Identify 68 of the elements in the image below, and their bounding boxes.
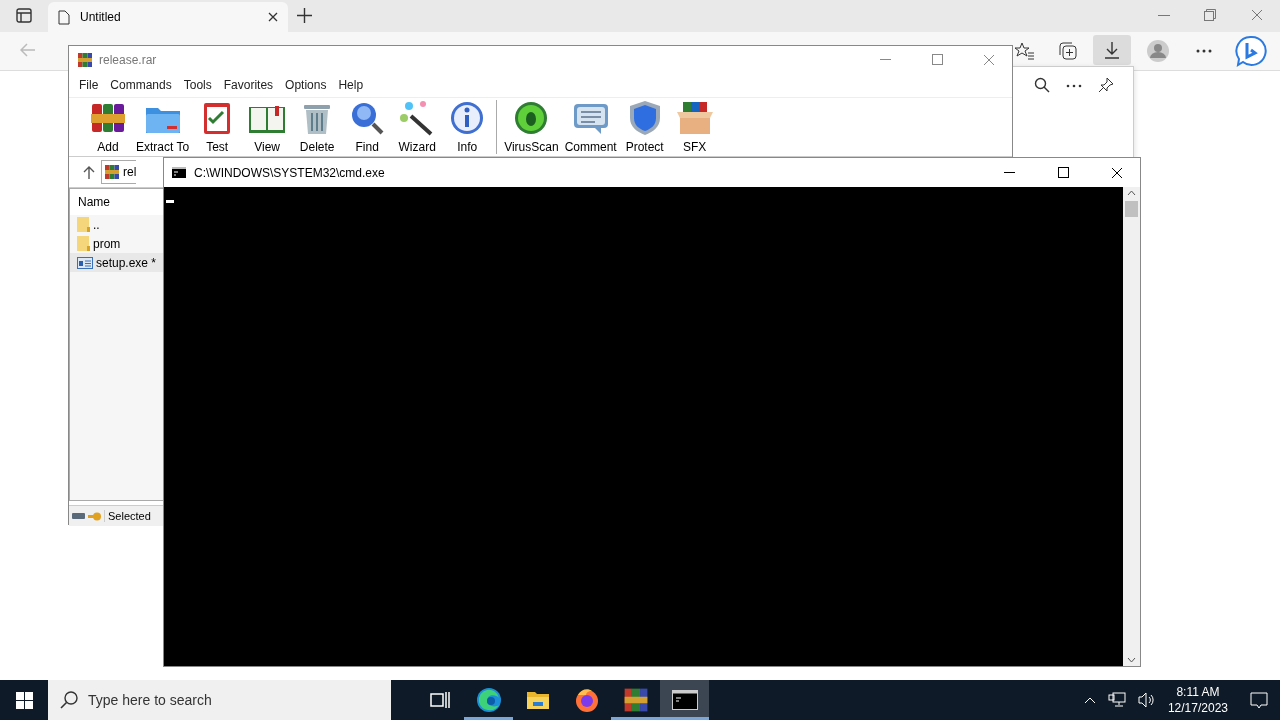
speaker-icon[interactable] [1137,692,1156,708]
menu-item[interactable]: Favorites [217,78,280,92]
toolbar-button[interactable]: Find [342,98,393,156]
toolbar-button[interactable]: Wizard [392,98,443,156]
terminal-icon[interactable] [671,690,698,710]
document-icon [58,9,70,25]
folder-icon [77,236,90,251]
toolbar-button[interactable]: Info [442,98,493,156]
search-icon [60,691,78,709]
download-button[interactable] [1093,35,1131,65]
download-icon [1104,41,1120,59]
toolbar-button[interactable]: View [242,98,293,156]
browser-tab[interactable]: Untitled [48,2,288,32]
key-icon [88,511,101,521]
file-row[interactable]: prom [70,234,163,253]
close-icon[interactable] [268,12,278,22]
toolbar-button[interactable]: Protect [619,98,670,156]
minimize-icon[interactable] [1003,171,1015,174]
toolbar-button[interactable]: SFX [669,98,720,156]
network-icon[interactable] [1107,692,1126,708]
address-field[interactable]: rel [101,160,137,184]
close-icon[interactable] [1111,166,1123,179]
toolbar-button[interactable]: Comment [561,98,620,156]
pin-icon[interactable] [1098,77,1114,93]
toolbar-button[interactable]: VirusScan [501,98,562,156]
file-row[interactable]: .. [70,215,163,234]
windows-logo-icon[interactable] [15,691,33,709]
more-icon[interactable] [1196,49,1212,53]
chevron-up-icon[interactable] [1083,696,1096,704]
maximize-icon[interactable] [1057,167,1069,178]
toolbar-button[interactable]: Add [83,98,133,156]
file-row[interactable]: setup.exe * [70,253,163,272]
search-field[interactable]: Type here to search [48,680,391,720]
star-list-icon[interactable] [1014,42,1034,60]
window-title: C:\WINDOWS\SYSTEM32\cmd.exe [194,165,386,180]
scrollbar[interactable] [1123,187,1140,666]
folder-icon [77,217,90,232]
toolbar-button[interactable]: Test [192,98,243,156]
terminal-icon [172,167,186,178]
up-arrow-icon[interactable] [83,165,95,179]
menu-item[interactable]: File [73,78,105,92]
task-view-icon[interactable] [429,691,450,709]
toolbar-button[interactable]: Extract To [133,98,193,156]
tab-sidebar-icon[interactable] [16,8,32,23]
menu-item[interactable]: Commands [104,78,178,92]
search-icon[interactable] [1034,77,1050,93]
more-icon[interactable] [1066,84,1082,88]
new-tab-icon[interactable] [297,8,312,23]
restore-icon[interactable] [1204,9,1216,21]
profile-avatar-icon[interactable] [1147,40,1169,62]
menu-item[interactable]: Tools [177,78,218,92]
clock[interactable]: 8:11 AM 12/17/2023 [1167,684,1228,716]
collections-icon[interactable] [1059,42,1077,60]
drive-icon [72,513,85,519]
column-header[interactable]: Name [70,189,163,215]
status-text: Selected [104,510,151,522]
archive-books-icon [77,51,93,68]
window-title: release.rar [99,52,157,67]
archive-books-icon [622,687,649,713]
toolbar-button[interactable]: Delete [292,98,343,156]
text-cursor [166,200,174,203]
archive-books-icon [104,164,120,180]
menu-item[interactable]: Help [332,78,370,92]
notification-icon[interactable] [1250,691,1268,709]
folder-icon[interactable] [525,689,550,711]
scroll-thumb[interactable] [1125,201,1138,217]
menu-item[interactable]: Options [279,78,333,92]
application-icon [77,256,93,269]
